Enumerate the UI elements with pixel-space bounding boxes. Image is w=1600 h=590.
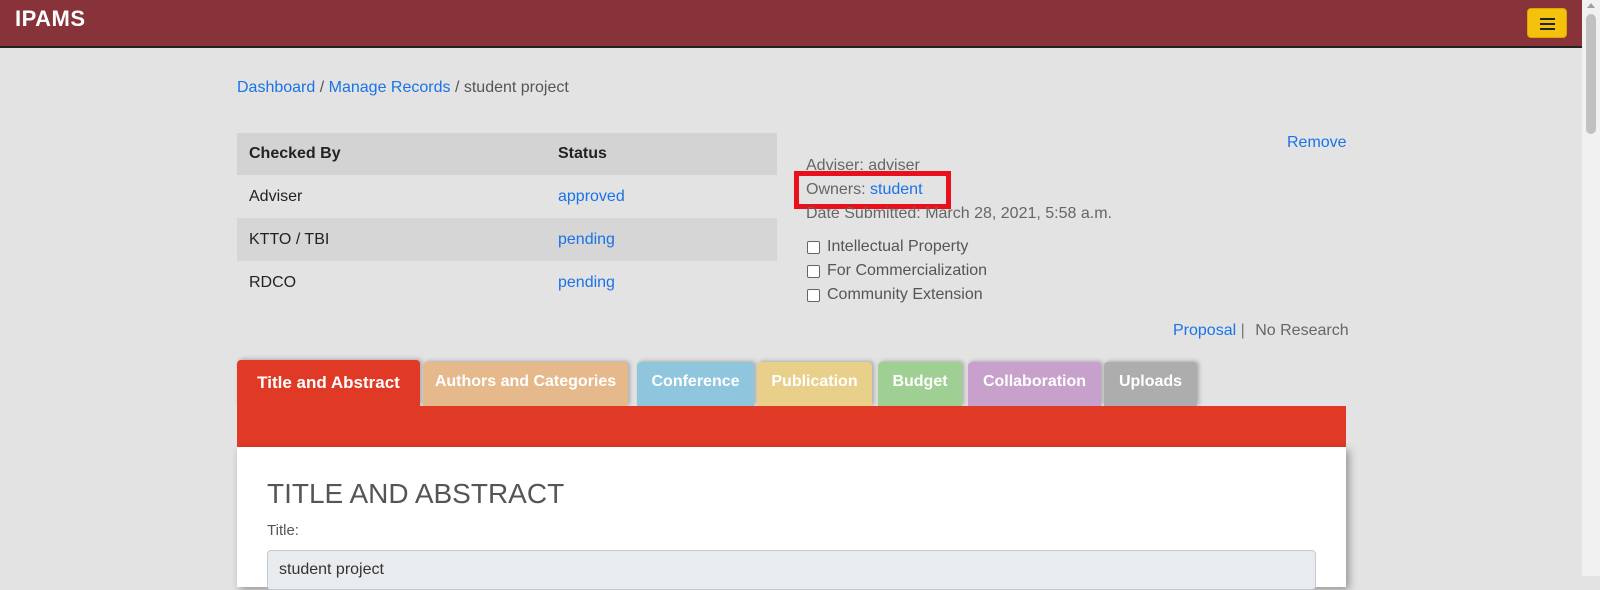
breadcrumb-current: student project <box>463 79 569 96</box>
date-submitted-line: Date Submitted: March 28, 2021, 5:58 a.m… <box>806 205 1112 223</box>
breadcrumb-manage-records[interactable]: Manage Records <box>329 79 451 96</box>
tab-title-and-abstract[interactable]: Title and Abstract <box>237 360 420 406</box>
panel-header-bar <box>237 406 1346 447</box>
section-heading: TITLE AND ABSTRACT <box>267 478 565 509</box>
table-row: KTTO / TBI pending <box>237 218 777 261</box>
proposal-link[interactable]: Proposal <box>1173 322 1236 339</box>
checkbox-box[interactable] <box>807 264 820 278</box>
breadcrumb: Dashboard / Manage Records / student pro… <box>237 79 569 97</box>
checked-by-cell: Adviser <box>249 187 303 205</box>
checkbox-label: For Commercialization <box>827 262 988 279</box>
column-header-checked-by: Checked By <box>237 133 546 175</box>
table-row: RDCO pending <box>237 261 777 304</box>
date-submitted-value: March 28, 2021, 5:58 a.m. <box>925 205 1112 222</box>
checkbox-intellectual-property[interactable]: Intellectual Property <box>807 238 968 256</box>
checkbox-label: Community Extension <box>827 286 983 303</box>
tab-uploads[interactable]: Uploads <box>1104 362 1197 406</box>
title-abstract-panel: TITLE AND ABSTRACT Title: <box>237 447 1346 590</box>
vertical-scrollbar[interactable] <box>1582 0 1600 576</box>
tab-authors-and-categories[interactable]: Authors and Categories <box>423 362 628 406</box>
tab-collaboration[interactable]: Collaboration <box>968 362 1101 406</box>
checkbox-box[interactable] <box>807 288 820 302</box>
breadcrumb-separator: / <box>319 79 325 96</box>
status-link[interactable]: pending <box>558 274 615 291</box>
checked-by-table: Checked By Status Adviser approved KTTO … <box>237 133 777 304</box>
checkbox-community-extension[interactable]: Community Extension <box>807 286 983 304</box>
scrollbar-thumb[interactable] <box>1586 14 1596 134</box>
hamburger-menu-button[interactable] <box>1527 8 1567 38</box>
remove-link[interactable]: Remove <box>1287 134 1347 152</box>
title-field-label: Title: <box>267 522 299 539</box>
checkbox-label: Intellectual Property <box>827 238 969 255</box>
tab-conference[interactable]: Conference <box>637 362 754 406</box>
table-row: Adviser approved <box>237 175 777 218</box>
research-type-links: Proposal | No Research <box>1173 322 1349 340</box>
brand-logo[interactable]: IPAMS <box>15 6 86 32</box>
checkbox-for-commercialization[interactable]: For Commercialization <box>807 262 987 280</box>
link-separator: | <box>1240 322 1245 339</box>
no-research-label: No Research <box>1255 322 1349 339</box>
tab-budget[interactable]: Budget <box>878 362 962 406</box>
owners-highlight-box <box>794 171 951 209</box>
tab-publication[interactable]: Publication <box>757 362 872 406</box>
scroll-up-arrow-icon[interactable] <box>1587 3 1595 8</box>
column-header-status: Status <box>546 133 777 175</box>
title-input[interactable] <box>267 550 1316 590</box>
status-link[interactable]: pending <box>558 231 615 248</box>
checked-by-cell: RDCO <box>249 273 297 291</box>
top-navbar: IPAMS <box>0 0 1582 48</box>
status-link[interactable]: approved <box>558 188 625 205</box>
date-submitted-label: Date Submitted: <box>806 205 921 222</box>
checked-by-cell: KTTO / TBI <box>237 218 546 261</box>
breadcrumb-separator: / <box>454 79 460 96</box>
breadcrumb-dashboard[interactable]: Dashboard <box>237 79 315 96</box>
checkbox-box[interactable] <box>807 240 820 254</box>
